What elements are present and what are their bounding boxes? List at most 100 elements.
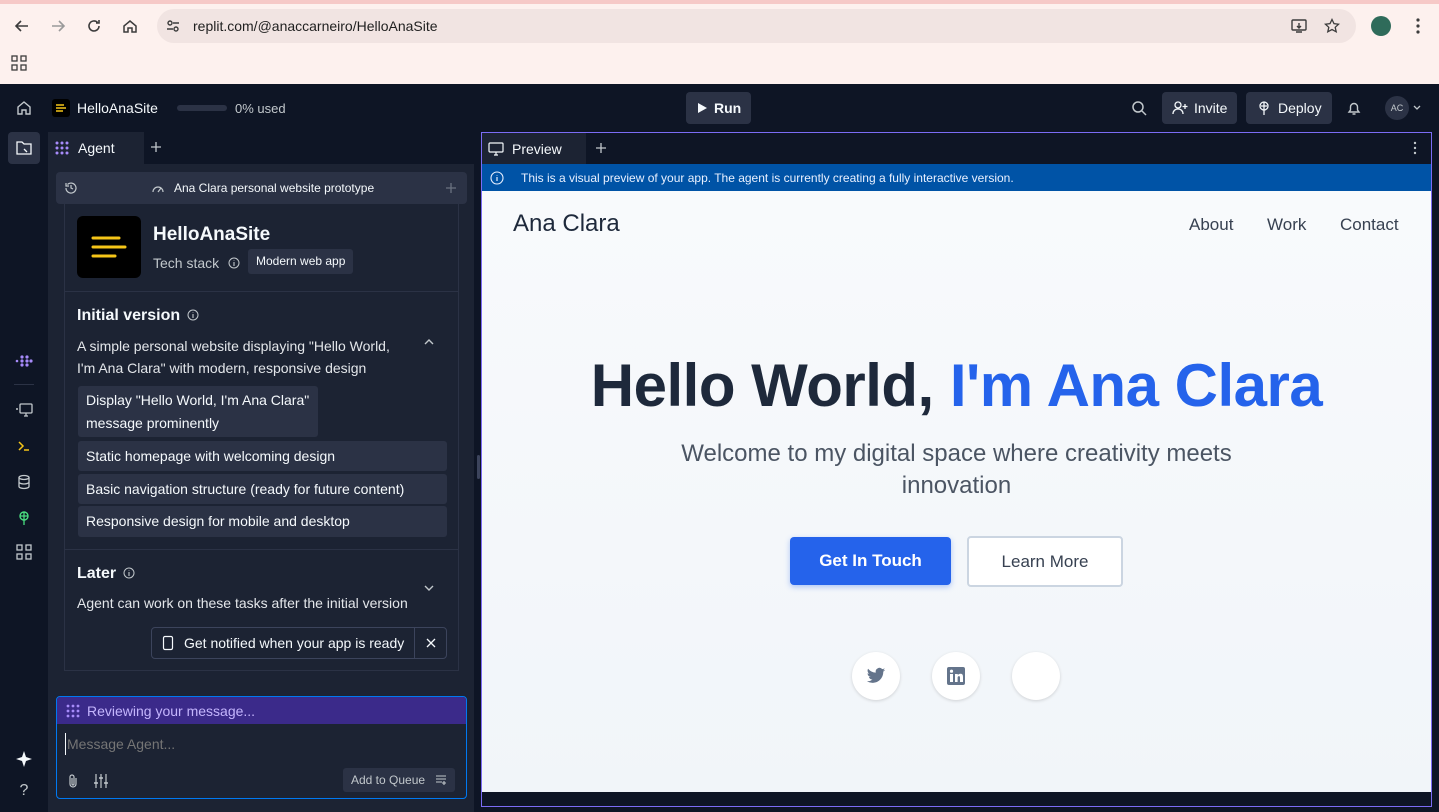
later-title: Later: [77, 565, 117, 582]
preview-tab-bar: Preview: [482, 133, 1431, 164]
all-tools-icon[interactable]: [0, 544, 48, 560]
info-text: This is a visual preview of your app. Th…: [521, 170, 1014, 185]
user-avatar[interactable]: AC: [1385, 96, 1409, 120]
app-name: HelloAnaSite: [153, 224, 271, 245]
agent-tab-bar: Agent: [48, 132, 474, 164]
database-icon[interactable]: [0, 474, 48, 490]
url-text[interactable]: replit.com/@anaccarneiro/HelloAnaSite: [193, 18, 438, 34]
tab-strip: [0, 0, 1439, 4]
tab-preview[interactable]: Preview: [482, 133, 586, 164]
add-to-queue-button[interactable]: Add to Queue: [343, 768, 456, 792]
project-logo-icon[interactable]: [52, 99, 70, 117]
app-logo: [77, 216, 141, 278]
more-options-icon[interactable]: [1412, 141, 1418, 155]
panel-resize-handle[interactable]: [477, 455, 480, 479]
history-icon[interactable]: [64, 181, 78, 195]
learn-more-button[interactable]: Learn More: [967, 536, 1123, 587]
linkedin-icon[interactable]: [932, 652, 980, 700]
info-icon: [490, 170, 504, 185]
initial-version-description: A simple personal website displaying "He…: [77, 338, 390, 376]
message-composer: Reviewing your message... Add to Queue: [56, 696, 467, 799]
task-item: Static homepage with welcoming design: [78, 441, 447, 471]
initial-version-title: Initial version: [77, 307, 181, 324]
hero-prefix: Hello World,: [590, 352, 934, 419]
settings-sliders-icon[interactable]: [93, 773, 109, 789]
hero-subtitle-line-2: innovation: [901, 472, 1012, 499]
deploy-icon: [1259, 101, 1269, 115]
status-bar: Reviewing your message...: [57, 697, 466, 724]
sparkle-icon[interactable]: [0, 750, 48, 768]
deploy-label: Deploy: [1278, 100, 1322, 116]
notifications-bell-icon[interactable]: [1346, 100, 1362, 116]
chevron-up-icon[interactable]: [423, 337, 435, 347]
reload-icon[interactable]: [80, 12, 108, 40]
hero-name: I'm Ana Clara: [949, 352, 1323, 419]
workspace-header: HelloAnaSite 0% used Run Invite Deploy A…: [0, 84, 1439, 132]
shell-icon[interactable]: [0, 438, 48, 454]
phone-icon: [162, 635, 174, 651]
later-description: Agent can work on these tasks after the …: [77, 595, 408, 611]
preview-tool-icon[interactable]: [0, 402, 48, 418]
hero-subtitle-line-1: Welcome to my digital space where creati…: [681, 440, 1232, 467]
later-info-icon[interactable]: [123, 567, 135, 579]
deployments-icon[interactable]: [0, 510, 48, 526]
tech-stack-badge: Modern web app: [248, 249, 354, 274]
add-to-queue-label: Add to Queue: [351, 773, 426, 787]
home-icon[interactable]: [16, 100, 32, 116]
browser-chrome: replit.com/@anaccarneiro/HelloAnaSite: [0, 0, 1439, 84]
queue-icon: [436, 775, 447, 785]
agent-tool-icon[interactable]: [0, 353, 48, 369]
nav-contact[interactable]: Contact: [1340, 215, 1399, 235]
add-user-icon: [1172, 101, 1188, 115]
nav-about[interactable]: About: [1189, 215, 1233, 235]
usage-bar: [177, 105, 227, 111]
invite-button[interactable]: Invite: [1162, 92, 1238, 124]
chevron-down-icon[interactable]: [423, 583, 435, 593]
tab-agent[interactable]: Agent: [48, 132, 144, 164]
close-icon[interactable]: [414, 628, 446, 658]
get-in-touch-button[interactable]: Get In Touch: [790, 537, 951, 585]
search-icon[interactable]: [1131, 100, 1147, 116]
notify-label: Get notified when your app is ready: [184, 635, 405, 651]
initial-version-info-icon[interactable]: [187, 309, 199, 321]
file-tree-icon[interactable]: [8, 132, 40, 164]
notify-banner[interactable]: Get notified when your app is ready: [151, 627, 447, 659]
tab-agent-label: Agent: [78, 140, 115, 156]
run-button[interactable]: Run: [686, 92, 752, 124]
tab-preview-label: Preview: [512, 140, 562, 157]
task-item: Basic navigation structure (ready for fu…: [78, 474, 447, 504]
project-name[interactable]: HelloAnaSite: [77, 100, 158, 116]
chevron-down-icon[interactable]: [1412, 103, 1422, 113]
home-icon[interactable]: [116, 12, 144, 40]
address-bar[interactable]: replit.com/@anaccarneiro/HelloAnaSite: [157, 9, 1356, 43]
nav-work[interactable]: Work: [1267, 215, 1306, 235]
forward-icon[interactable]: [44, 12, 72, 40]
task-item: Responsive design for mobile and desktop: [78, 506, 447, 537]
browser-menu-icon[interactable]: [1410, 16, 1426, 36]
back-icon[interactable]: [8, 12, 36, 40]
site-logo[interactable]: Ana Clara: [513, 210, 620, 238]
gauge-icon: [151, 182, 165, 194]
new-tab-plus-icon[interactable]: [595, 142, 607, 154]
preview-pane: Preview This is a visual preview of your…: [481, 132, 1432, 807]
install-app-icon[interactable]: [1291, 18, 1307, 34]
message-input[interactable]: [65, 733, 455, 755]
add-plus-icon[interactable]: [445, 182, 457, 194]
checkpoint-title: Ana Clara personal website prototype: [174, 181, 375, 195]
twitter-icon[interactable]: [852, 652, 900, 700]
help-icon[interactable]: ?: [0, 782, 48, 800]
site-info-icon[interactable]: [165, 18, 181, 34]
hero-subtitle: Welcome to my digital space where creati…: [482, 438, 1431, 502]
apps-grid-icon[interactable]: [11, 55, 27, 71]
attach-icon[interactable]: [67, 773, 79, 789]
tech-stack-label: Tech stack: [153, 255, 220, 271]
deploy-button[interactable]: Deploy: [1246, 92, 1332, 124]
rail-divider: [14, 384, 34, 385]
hero-heading: Hello World, I'm Ana Clara: [482, 351, 1431, 420]
usage-text: 0% used: [235, 101, 286, 116]
new-tab-plus-icon[interactable]: [150, 141, 162, 153]
bookmark-star-icon[interactable]: [1324, 18, 1340, 34]
github-icon[interactable]: [1012, 652, 1060, 700]
profile-avatar[interactable]: [1371, 16, 1391, 36]
info-icon[interactable]: [228, 257, 240, 269]
